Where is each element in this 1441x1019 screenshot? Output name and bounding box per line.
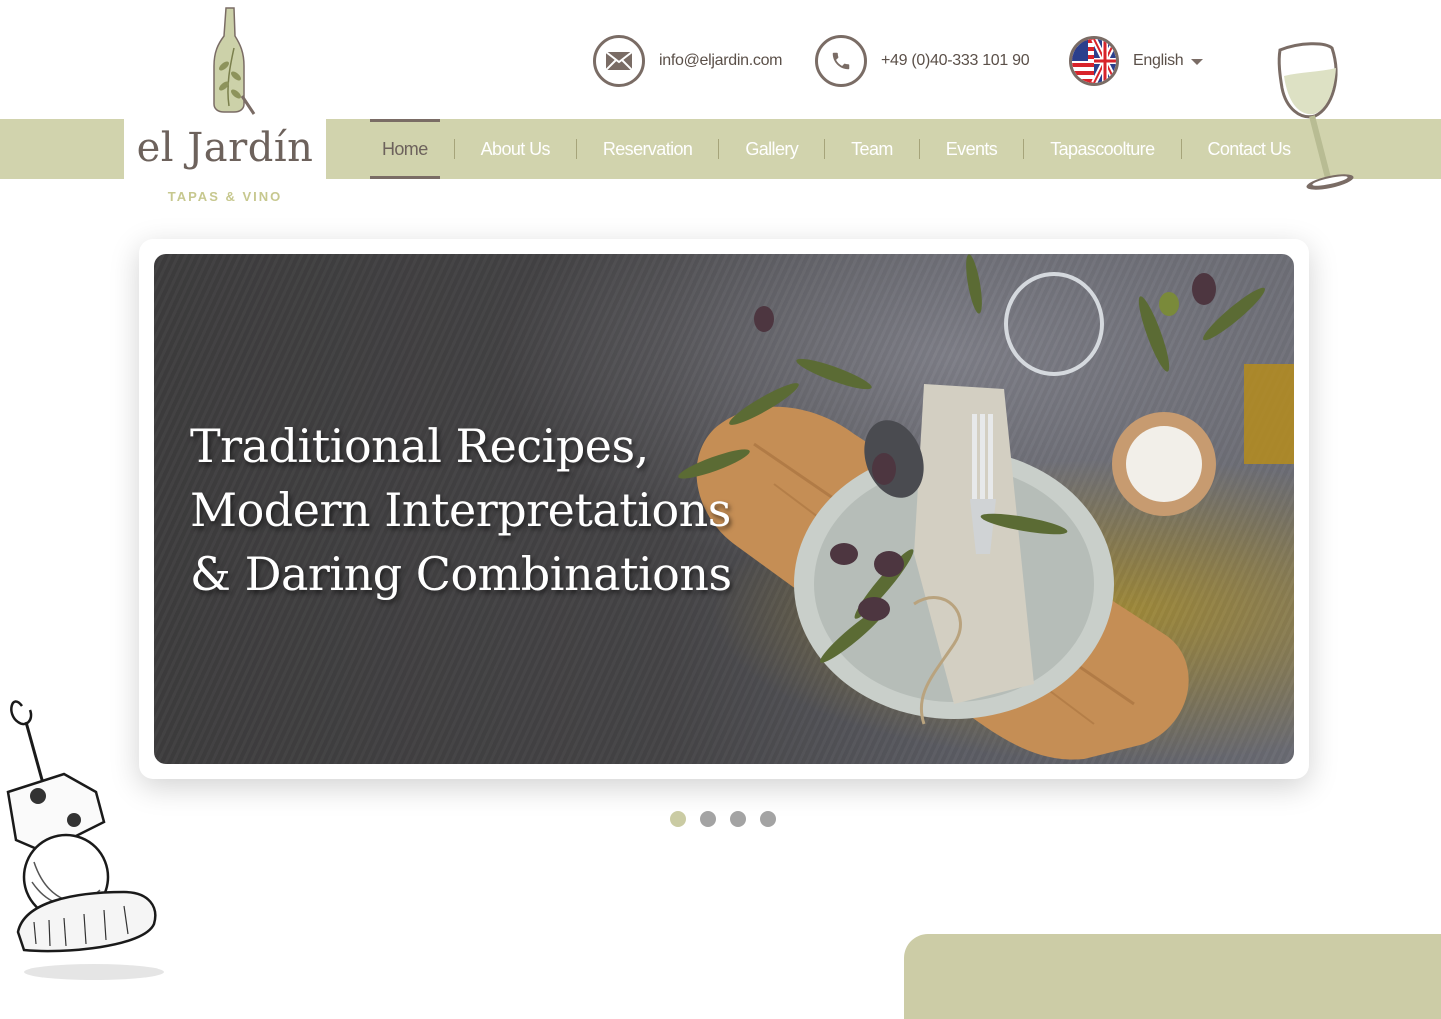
brand-name: el Jardín bbox=[136, 125, 314, 171]
hero-headline-line: Modern Interpretations bbox=[190, 483, 731, 537]
hero-headline-line: & Daring Combinations bbox=[190, 547, 732, 601]
flag-us-uk-icon bbox=[1069, 36, 1119, 86]
nav-home[interactable]: Home bbox=[370, 119, 440, 179]
slider-dot-1[interactable] bbox=[670, 811, 686, 827]
email-link[interactable]: info@eljardin.com bbox=[659, 52, 783, 70]
slider-dot-2[interactable] bbox=[700, 811, 716, 827]
nav-reservation[interactable]: Reservation bbox=[591, 119, 704, 179]
nav-divider bbox=[824, 139, 826, 159]
slider-dot-4[interactable] bbox=[760, 811, 776, 827]
nav-divider bbox=[1180, 139, 1182, 159]
envelope-icon bbox=[593, 35, 645, 87]
slider-pagination bbox=[670, 811, 776, 827]
nav-tapascoolture[interactable]: Tapascoolture bbox=[1038, 119, 1166, 179]
logo[interactable]: el Jardín TAPAS & VINO bbox=[124, 0, 326, 204]
nav-divider bbox=[575, 139, 577, 159]
nav-team[interactable]: Team bbox=[839, 119, 905, 179]
main-nav: Home About Us Reservation Gallery Team E… bbox=[370, 119, 1303, 179]
hero-slide[interactable]: Traditional Recipes, Modern Interpretati… bbox=[154, 254, 1294, 764]
phone-contact[interactable]: +49 (0)40-333 101 90 bbox=[815, 35, 1030, 87]
phone-icon bbox=[815, 35, 867, 87]
nav-divider bbox=[453, 139, 455, 159]
hero-headline: Traditional Recipes, Modern Interpretati… bbox=[190, 414, 732, 606]
wine-bottle-icon bbox=[213, 7, 256, 115]
hero-slider: Traditional Recipes, Modern Interpretati… bbox=[139, 239, 1309, 779]
caret-down-icon bbox=[1191, 59, 1204, 65]
nav-events[interactable]: Events bbox=[934, 119, 1009, 179]
wine-glass-icon bbox=[1277, 42, 1354, 190]
nav-about-us[interactable]: About Us bbox=[469, 119, 562, 179]
email-contact[interactable]: info@eljardin.com bbox=[593, 35, 783, 87]
nav-divider bbox=[918, 139, 920, 159]
slider-dot-3[interactable] bbox=[730, 811, 746, 827]
bottom-green-panel bbox=[904, 934, 1441, 1019]
phone-number[interactable]: +49 (0)40-333 101 90 bbox=[881, 52, 1030, 70]
brand-tagline: TAPAS & VINO bbox=[167, 189, 283, 204]
nav-divider bbox=[718, 139, 720, 159]
hero-headline-line: Traditional Recipes, bbox=[190, 419, 649, 473]
language-selector[interactable]: English bbox=[1069, 35, 1204, 87]
nav-gallery[interactable]: Gallery bbox=[733, 119, 810, 179]
tapas-skewer-illustration bbox=[6, 700, 164, 980]
language-label: English bbox=[1133, 52, 1184, 69]
nav-divider bbox=[1023, 139, 1025, 159]
